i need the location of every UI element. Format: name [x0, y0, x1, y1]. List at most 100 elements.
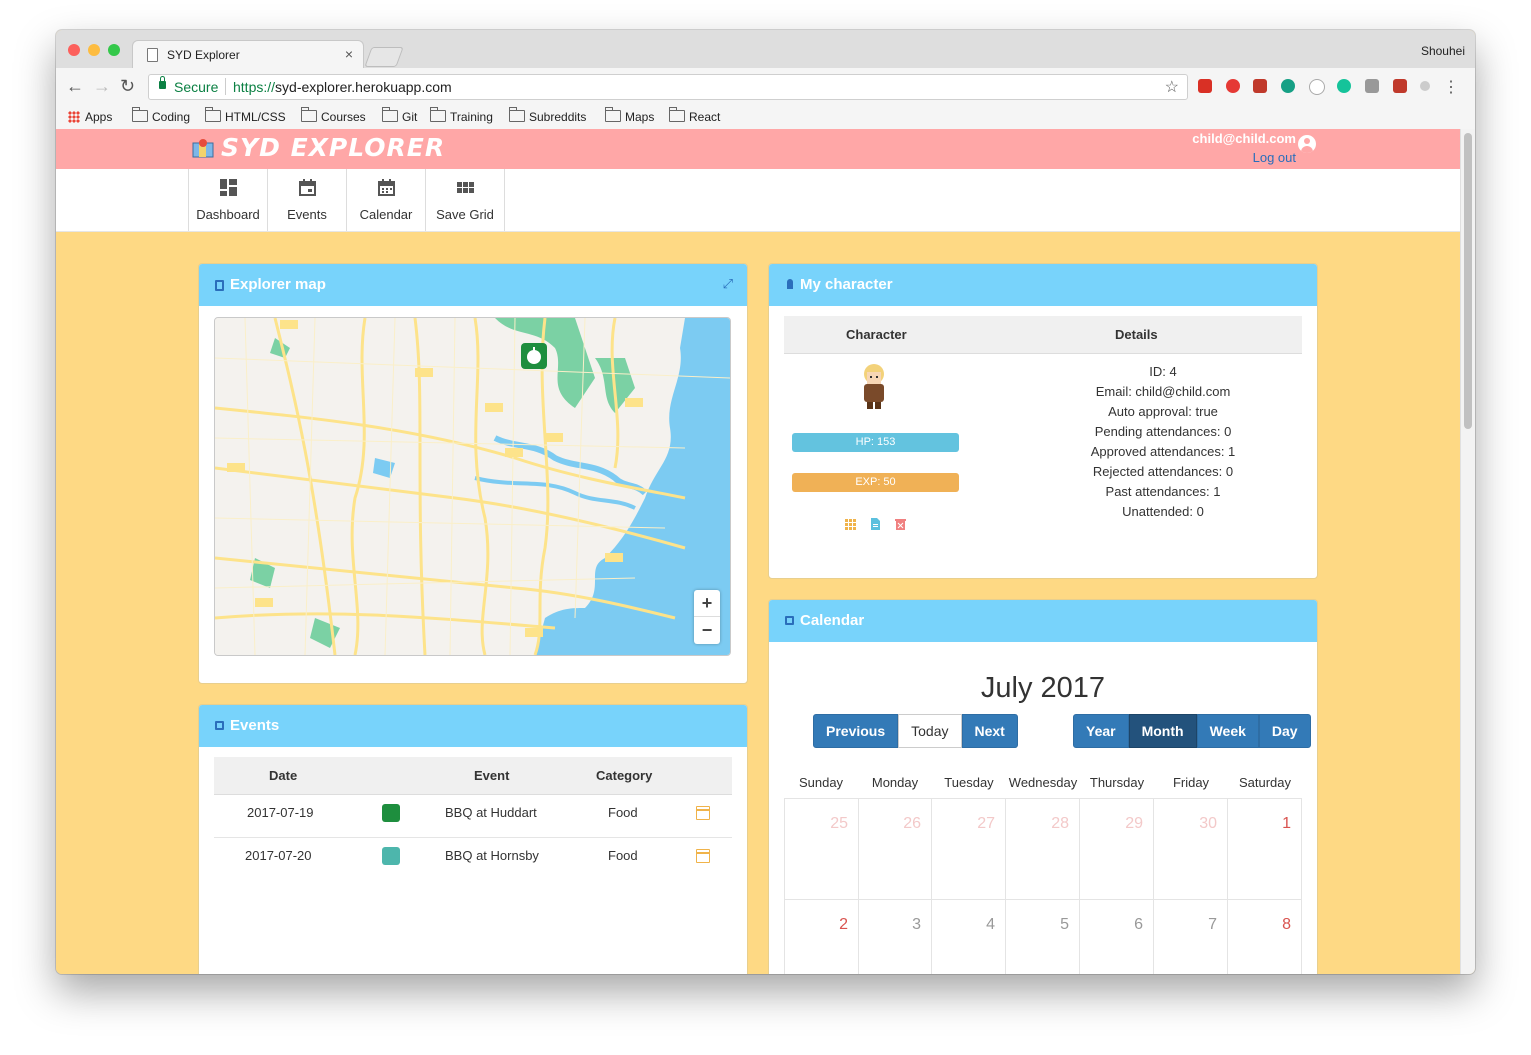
extension-icon[interactable]: [1198, 79, 1212, 93]
column-header-date[interactable]: Date: [269, 768, 297, 783]
tab-close-icon[interactable]: ×: [345, 46, 353, 62]
lock-icon: [159, 76, 166, 89]
grammarly-icon[interactable]: [1337, 79, 1351, 93]
minimize-window-button[interactable]: [88, 44, 100, 56]
calendar-icon: [215, 721, 224, 730]
bookmark-html-css[interactable]: HTML/CSS: [205, 107, 286, 124]
panel-title: Events: [230, 717, 280, 734]
previous-button[interactable]: Previous: [813, 714, 899, 748]
calendar-day-cell[interactable]: 26: [858, 799, 932, 900]
trash-icon[interactable]: [895, 518, 906, 530]
view-week-button[interactable]: Week: [1196, 714, 1259, 748]
event-category-icon: [382, 804, 400, 822]
bookmark-coding[interactable]: Coding: [132, 107, 191, 124]
calendar-day-cell[interactable]: 8: [1228, 900, 1302, 974]
address-bar[interactable]: Secure https://syd-explorer.herokuapp.co…: [148, 74, 1188, 100]
brand-title[interactable]: SYD EXPLORER: [221, 133, 445, 162]
view-day-button[interactable]: Day: [1258, 714, 1311, 748]
calendar-day-cell[interactable]: 25: [784, 799, 859, 900]
url-text[interactable]: https://syd-explorer.herokuapp.com: [233, 79, 452, 95]
calendar-day-cell[interactable]: 4: [932, 900, 1006, 974]
view-month-button[interactable]: Month: [1128, 714, 1197, 748]
cloud-extension-icon[interactable]: [1420, 81, 1430, 91]
zoom-in-button[interactable]: +: [694, 590, 720, 617]
book-extension-icon[interactable]: [1253, 79, 1267, 93]
back-arrow-icon[interactable]: ←: [66, 76, 84, 97]
zoom-out-button[interactable]: −: [694, 617, 720, 644]
zoom-window-button[interactable]: [108, 44, 120, 56]
scrollbar-thumb[interactable]: [1464, 133, 1472, 429]
event-name[interactable]: BBQ at Huddart: [445, 805, 537, 820]
calendar-day-number: 28: [1051, 815, 1069, 832]
bookmark-react[interactable]: React: [669, 107, 720, 124]
panel-header: Events: [199, 705, 747, 747]
profile-name[interactable]: Shouhei: [1421, 44, 1465, 58]
calendar-day-number: 2: [839, 916, 848, 933]
character-panel: My character Character Details HP: 153 E…: [768, 263, 1318, 579]
calendar-day-cell[interactable]: 30: [1154, 799, 1228, 900]
bookmark-apps[interactable]: Apps: [68, 110, 112, 124]
browser-window: SYD Explorer × Shouhei ← → ↻ Secure http…: [56, 30, 1475, 974]
column-header-category[interactable]: Category: [596, 768, 652, 783]
add-to-calendar-icon[interactable]: [696, 806, 710, 820]
calendar-day-cell[interactable]: 27: [932, 799, 1006, 900]
row-divider: [214, 837, 732, 838]
expand-icon[interactable]: ⤢: [723, 276, 733, 292]
calendar-day-cell[interactable]: 29: [1080, 799, 1154, 900]
bookmark-training[interactable]: Training: [430, 107, 493, 124]
folder-icon: [430, 107, 446, 122]
event-name[interactable]: BBQ at Hornsby: [445, 848, 539, 863]
nav-calendar[interactable]: Calendar: [346, 169, 425, 231]
bookmark-label: Git: [402, 110, 418, 124]
event-date: 2017-07-20: [245, 848, 312, 863]
calendar-day-cell[interactable]: 6: [1080, 900, 1154, 974]
cors-extension-icon[interactable]: [1393, 79, 1407, 93]
column-header-event[interactable]: Event: [474, 768, 509, 783]
forward-arrow-icon[interactable]: →: [93, 76, 111, 97]
bookmark-star-icon[interactable]: ☆: [1165, 77, 1179, 97]
grid-icon[interactable]: [845, 518, 856, 530]
panel-title: My character: [800, 276, 893, 293]
today-button[interactable]: Today: [898, 714, 962, 748]
bookmark-courses[interactable]: Courses: [301, 107, 366, 124]
calendar-day-cell[interactable]: 5: [1006, 900, 1080, 974]
document-icon[interactable]: [870, 518, 881, 530]
calendar-day-cell[interactable]: 7: [1154, 900, 1228, 974]
calendar-day-cell[interactable]: 2: [784, 900, 859, 974]
logout-link[interactable]: Log out: [1253, 150, 1296, 165]
nav-events[interactable]: Events: [267, 169, 346, 231]
next-button[interactable]: Next: [961, 714, 1018, 748]
bookmark-maps[interactable]: Maps: [605, 107, 654, 124]
bookmark-label: Coding: [152, 110, 191, 124]
new-tab-button[interactable]: [364, 47, 404, 67]
user-avatar-icon[interactable]: [1298, 135, 1316, 153]
gear-extension-icon[interactable]: [1365, 79, 1379, 93]
calendar-day-cell[interactable]: 3: [858, 900, 932, 974]
panel-header: Explorer map ⤢: [199, 264, 747, 306]
m-extension-icon[interactable]: [1281, 79, 1295, 93]
explorer-map[interactable]: + −: [214, 317, 731, 656]
calendar-day-cell[interactable]: 1: [1228, 799, 1302, 900]
calendar-month-title: July 2017: [980, 672, 1106, 704]
browser-menu-icon[interactable]: ⋮: [1443, 77, 1459, 97]
calendar-day-cell[interactable]: 28: [1006, 799, 1080, 900]
calendar-day-number: 4: [986, 916, 995, 933]
page-scrollbar[interactable]: [1460, 129, 1475, 974]
nav-label: Events: [287, 207, 327, 222]
view-year-button[interactable]: Year: [1073, 714, 1129, 748]
browser-tab[interactable]: SYD Explorer ×: [132, 40, 364, 69]
circle-extension-icon[interactable]: [1309, 79, 1325, 95]
bookmark-subreddits[interactable]: Subreddits: [509, 107, 586, 124]
nav-save-grid[interactable]: Save Grid: [425, 169, 505, 231]
event-marker-icon[interactable]: [521, 343, 547, 369]
calendar-day-number: 3: [912, 916, 921, 933]
detail-email: Email: child@child.com: [1095, 384, 1231, 399]
close-window-button[interactable]: [68, 44, 80, 56]
nav-dashboard[interactable]: Dashboard: [188, 169, 267, 231]
opera-extension-icon[interactable]: [1226, 79, 1240, 93]
bike-category-icon: [382, 847, 400, 865]
reload-icon[interactable]: ↻: [120, 76, 135, 97]
add-to-calendar-icon[interactable]: [696, 849, 710, 863]
bookmark-git[interactable]: Git: [382, 107, 418, 124]
apple-icon: [527, 347, 541, 364]
